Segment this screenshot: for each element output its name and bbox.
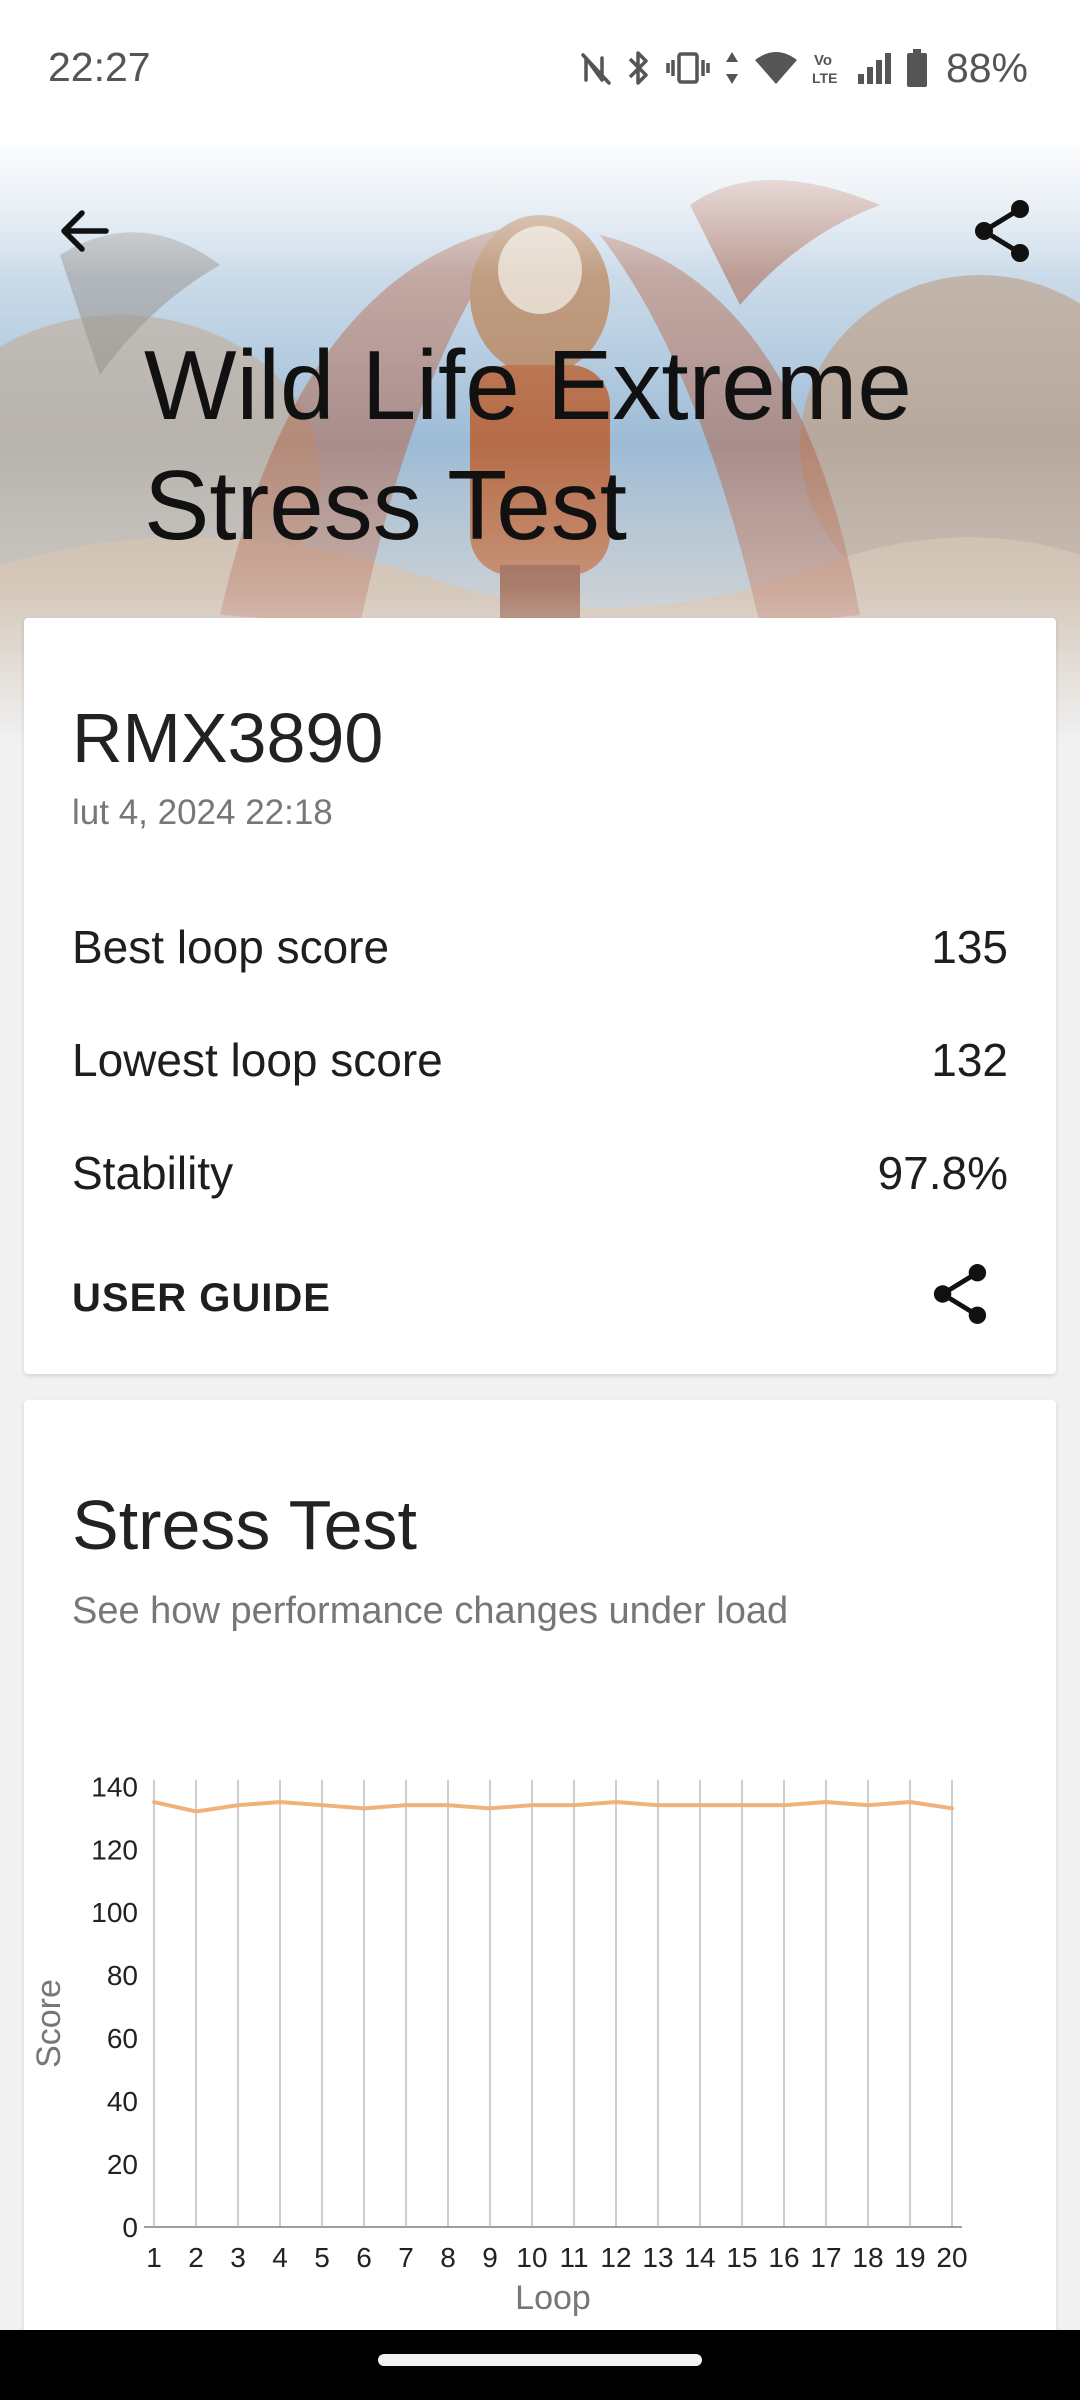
chart-y-tick-label: 80 — [107, 1960, 138, 1991]
chart-x-tick-label: 20 — [936, 2242, 967, 2273]
stat-row-best-loop: Best loop score 135 — [72, 917, 1008, 977]
chart-x-tick-label: 7 — [398, 2242, 414, 2273]
arrow-back-icon — [61, 210, 109, 252]
stat-row-lowest-loop: Lowest loop score 132 — [72, 1030, 1008, 1090]
svg-text:LTE: LTE — [812, 70, 837, 86]
volte-icon: Vo LTE — [812, 52, 837, 86]
chart-x-tick-label: 8 — [440, 2242, 456, 2273]
stat-label: Best loop score — [72, 921, 390, 973]
share-icon — [933, 1264, 987, 1324]
chart-x-tick-label: 1 — [146, 2242, 162, 2273]
svg-text:Vo: Vo — [814, 52, 832, 69]
share-button-result[interactable] — [924, 1258, 996, 1330]
stress-test-card: Stress Test See how performance changes … — [24, 1400, 1056, 2400]
chart-x-axis-label: Loop — [515, 2279, 591, 2317]
chart-x-tick-label: 14 — [684, 2242, 715, 2273]
signal-icon — [857, 53, 891, 84]
chart-x-tick-label: 13 — [642, 2242, 673, 2273]
stat-value: 135 — [931, 921, 1008, 973]
share-icon — [975, 200, 1029, 262]
stat-label: Lowest loop score — [72, 1034, 443, 1086]
chart-x-tick-label: 12 — [600, 2242, 631, 2273]
page-title: Wild Life Extreme Stress Test — [144, 330, 912, 560]
chart-y-tick-label: 0 — [122, 2212, 138, 2243]
chart-x-tick-label: 6 — [356, 2242, 372, 2273]
status-icons: Vo LTE 88% — [580, 44, 1028, 92]
section-subtitle: See how performance changes under load — [72, 1590, 789, 1632]
chart-y-tick-label: 40 — [107, 2086, 138, 2117]
home-gesture-handle[interactable] — [378, 2354, 702, 2366]
chart-y-axis-label: Score — [30, 1979, 68, 2068]
chart-y-tick-label: 100 — [91, 1897, 138, 1928]
chart-x-tick-label: 2 — [188, 2242, 204, 2273]
navigation-bar — [0, 2330, 1080, 2400]
bluetooth-icon — [628, 51, 648, 85]
chart-y-tick-label: 60 — [107, 2023, 138, 2054]
stress-test-chart-container: 0 20 40 60 80 100 120 140 1 2 3 4 5 6 7 8 9 10 11 12 13 14 15 1… — [24, 1740, 1056, 2400]
run-date: lut 4, 2024 22:18 — [72, 793, 333, 832]
result-summary-card: RMX3890 lut 4, 2024 22:18 Best loop scor… — [24, 618, 1056, 1374]
chart-x-tick-label: 18 — [852, 2242, 883, 2273]
chart-series-line — [152, 1800, 954, 1814]
chart-x-tick-label: 9 — [482, 2242, 498, 2273]
device-name: RMX3890 — [72, 699, 384, 777]
share-button-header[interactable] — [964, 193, 1040, 269]
chart-x-tick-label: 5 — [314, 2242, 330, 2273]
app-screen: 22:27 Vo LTE 88% Wild Life Extreme Stres… — [0, 0, 1080, 2400]
nfc-off-icon — [581, 53, 611, 85]
status-bar: 22:27 Vo LTE 88% — [0, 0, 1080, 145]
user-guide-button[interactable]: USER GUIDE — [72, 1276, 331, 1321]
back-button[interactable] — [48, 195, 120, 267]
battery-icon — [906, 49, 927, 87]
chart-x-tick-label: 4 — [272, 2242, 288, 2273]
chart-x-tick-label: 15 — [726, 2242, 757, 2273]
chart-x-tick-label: 16 — [768, 2242, 799, 2273]
chart-y-tick-label: 20 — [107, 2149, 138, 2180]
stat-label: Stability — [72, 1147, 234, 1199]
data-arrows-icon — [725, 52, 738, 84]
chart-x-tick-label: 3 — [230, 2242, 246, 2273]
chart-y-tick-label: 140 — [91, 1771, 138, 1802]
chart-y-tick-label: 120 — [91, 1834, 138, 1865]
stress-test-chart: 0204060801001201401 2 3 4 5 6 7 8 9 10 11 12 13 14 15 1… — [30, 1771, 968, 2317]
stat-value: 97.8% — [877, 1147, 1008, 1199]
chart-x-tick-label: 10 — [516, 2242, 547, 2273]
stat-value: 132 — [931, 1034, 1008, 1086]
chart-x-tick-label: 19 — [894, 2242, 925, 2273]
wifi-icon — [754, 52, 797, 84]
status-time: 22:27 — [48, 44, 151, 90]
battery-percent: 88% — [945, 44, 1028, 91]
vibrate-icon — [666, 52, 710, 84]
chart-x-tick-label: 11 — [559, 2242, 588, 2273]
chart-x-tick-label: 17 — [810, 2242, 841, 2273]
section-title: Stress Test — [72, 1486, 417, 1564]
stat-row-stability: Stability 97.8% — [72, 1143, 1008, 1203]
